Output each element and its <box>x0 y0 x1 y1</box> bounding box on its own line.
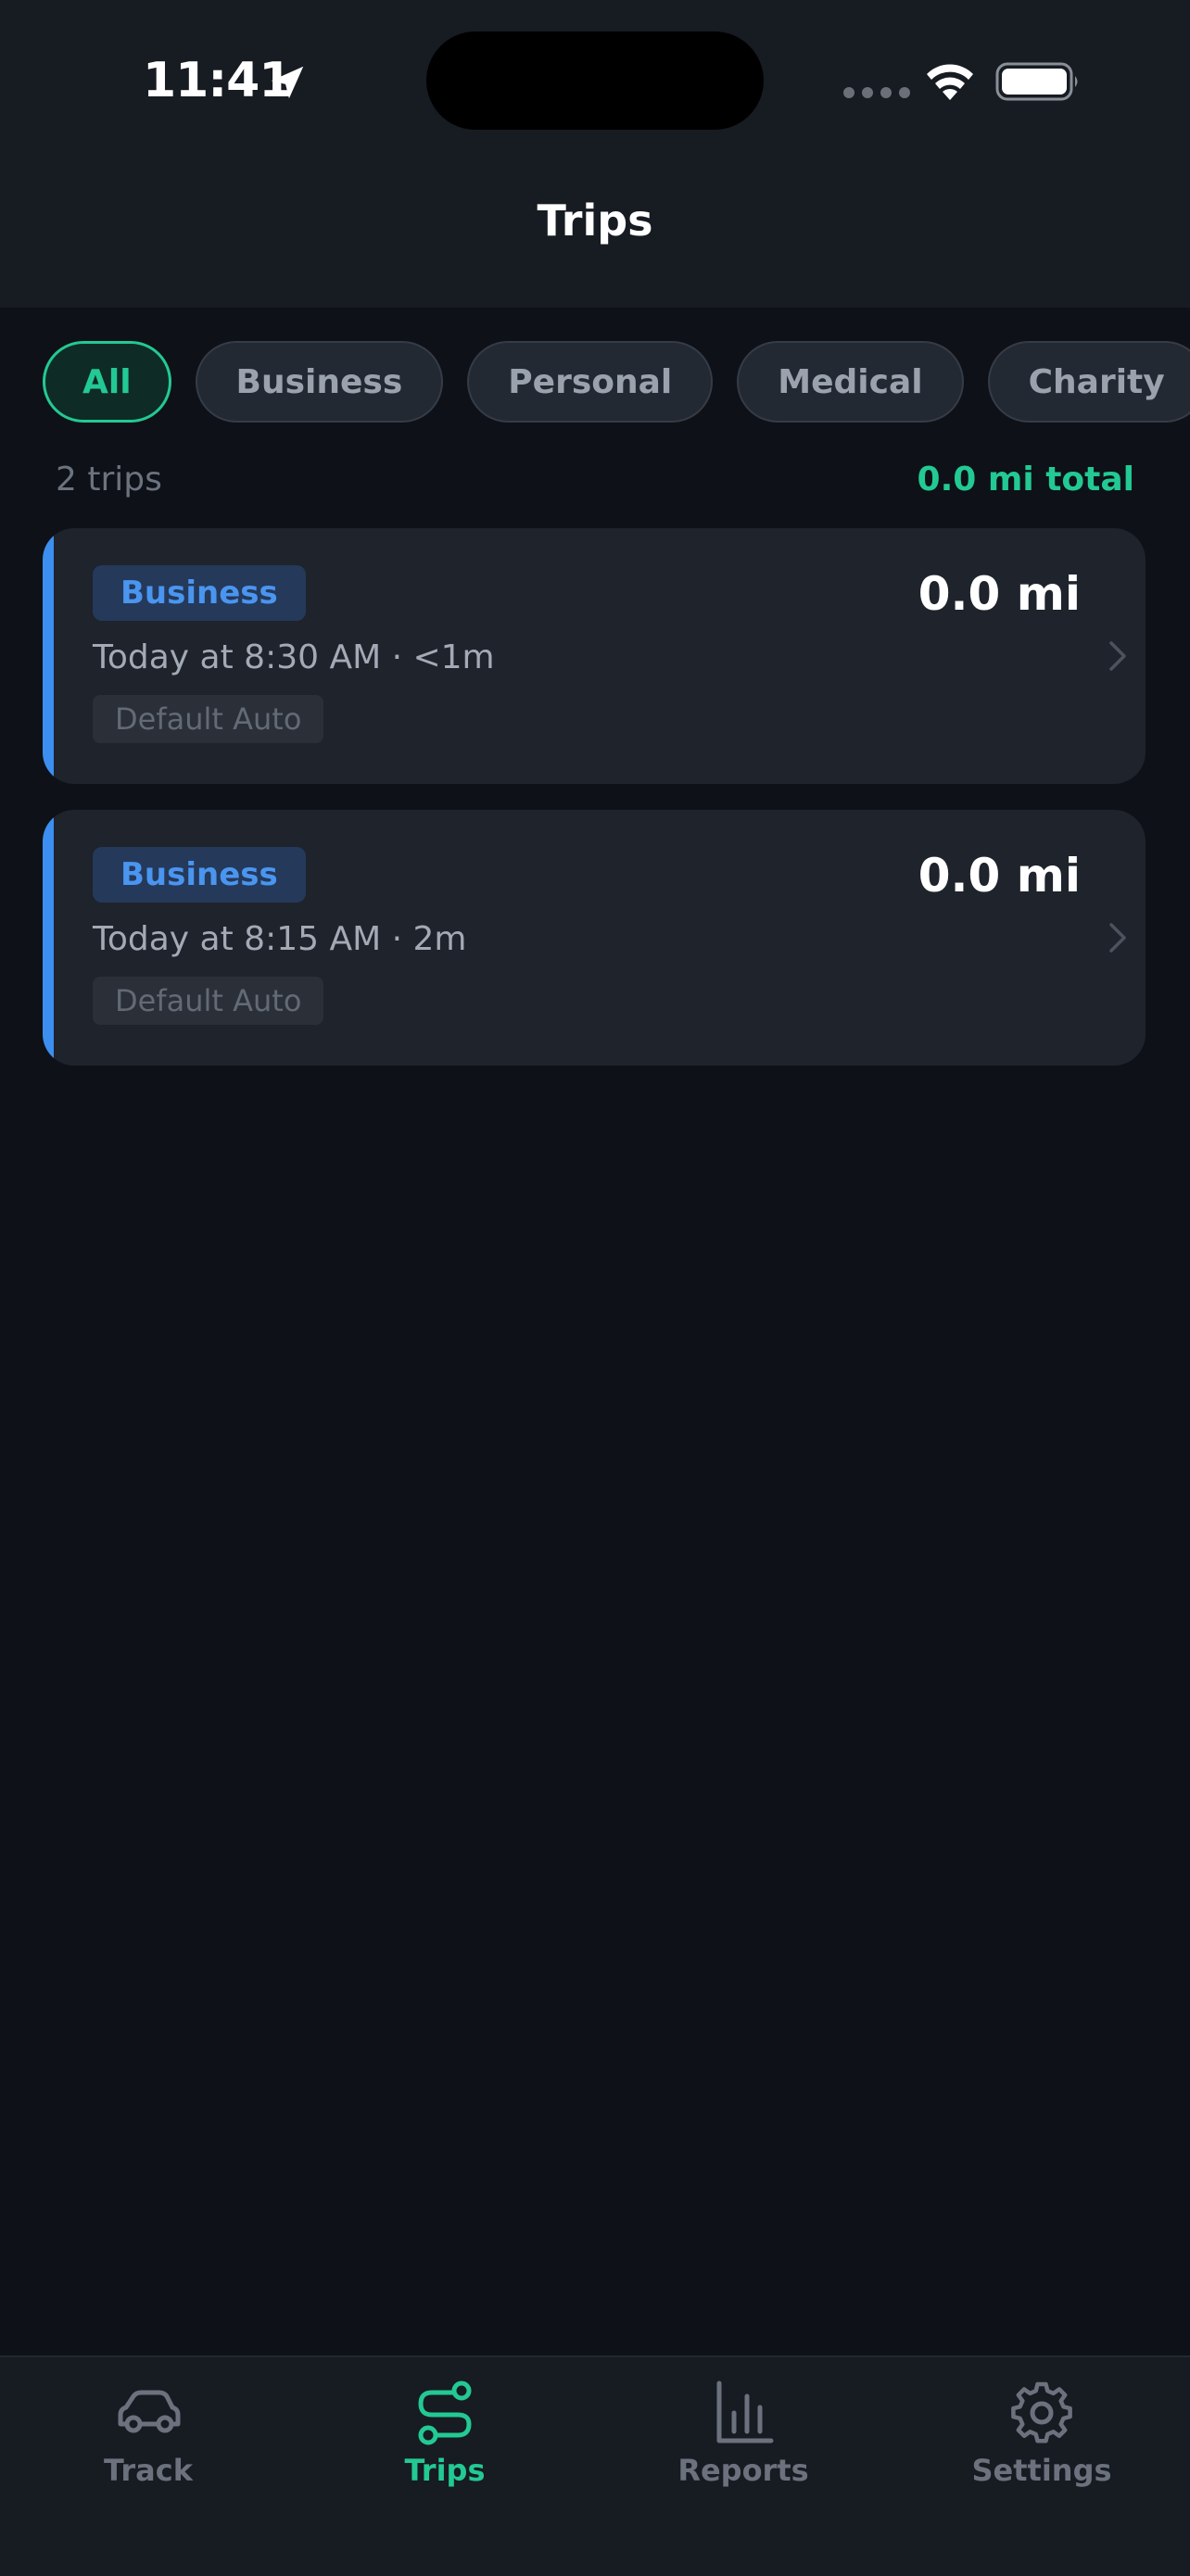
dynamic-island <box>426 32 764 130</box>
battery-icon <box>995 62 1078 101</box>
tab-label: Trips <box>404 2453 486 2488</box>
location-arrow-icon <box>271 66 304 99</box>
filter-chip-personal[interactable]: Personal <box>467 341 714 423</box>
trip-card[interactable]: Business 0.0 mi Today at 8:30 AM · <1m D… <box>43 528 1146 784</box>
route-icon <box>418 2380 472 2445</box>
trip-type-accent <box>43 528 54 784</box>
vehicle-badge: Default Auto <box>93 977 324 1025</box>
filter-chips: All Business Personal Medical Charity <box>43 341 1190 426</box>
filter-chip-medical[interactable]: Medical <box>737 341 964 423</box>
gear-icon <box>1011 2381 1072 2443</box>
trip-time: Today at 8:30 AM · <1m <box>93 638 495 676</box>
trip-card[interactable]: Business 0.0 mi Today at 8:15 AM · 2m De… <box>43 810 1146 1066</box>
filter-chip-business[interactable]: Business <box>195 341 444 423</box>
chevron-right-icon <box>1109 641 1126 671</box>
trip-distance: 0.0 mi <box>918 567 1081 621</box>
trip-type-accent <box>43 810 54 1066</box>
wifi-icon <box>927 64 973 100</box>
vehicle-badge: Default Auto <box>93 695 324 743</box>
trip-distance: 0.0 mi <box>918 849 1081 903</box>
trip-time: Today at 8:15 AM · 2m <box>93 920 467 958</box>
tab-label: Track <box>104 2453 193 2488</box>
tab-track[interactable]: Track <box>56 2380 241 2491</box>
bar-chart-icon <box>716 2380 774 2443</box>
cellular-signal-icon <box>843 87 910 98</box>
tab-trips[interactable]: Trips <box>352 2380 538 2491</box>
trip-type-badge: Business <box>93 565 306 621</box>
top-bar: 11:41 Trips <box>0 0 1190 308</box>
chevron-right-icon <box>1109 923 1126 953</box>
filter-chip-all[interactable]: All <box>43 341 171 423</box>
tab-reports[interactable]: Reports <box>651 2380 836 2491</box>
filter-chip-charity[interactable]: Charity <box>987 341 1190 423</box>
tab-bar: Track Trips Reports Settings <box>0 2355 1190 2576</box>
page-title: Trips <box>537 196 653 246</box>
trip-count: 2 trips <box>56 461 162 499</box>
total-distance: 0.0 mi total <box>917 461 1134 499</box>
tab-label: Settings <box>971 2453 1112 2488</box>
tab-settings[interactable]: Settings <box>949 2380 1134 2491</box>
tab-label: Reports <box>677 2453 809 2488</box>
trip-type-badge: Business <box>93 847 306 903</box>
car-icon <box>118 2390 181 2433</box>
